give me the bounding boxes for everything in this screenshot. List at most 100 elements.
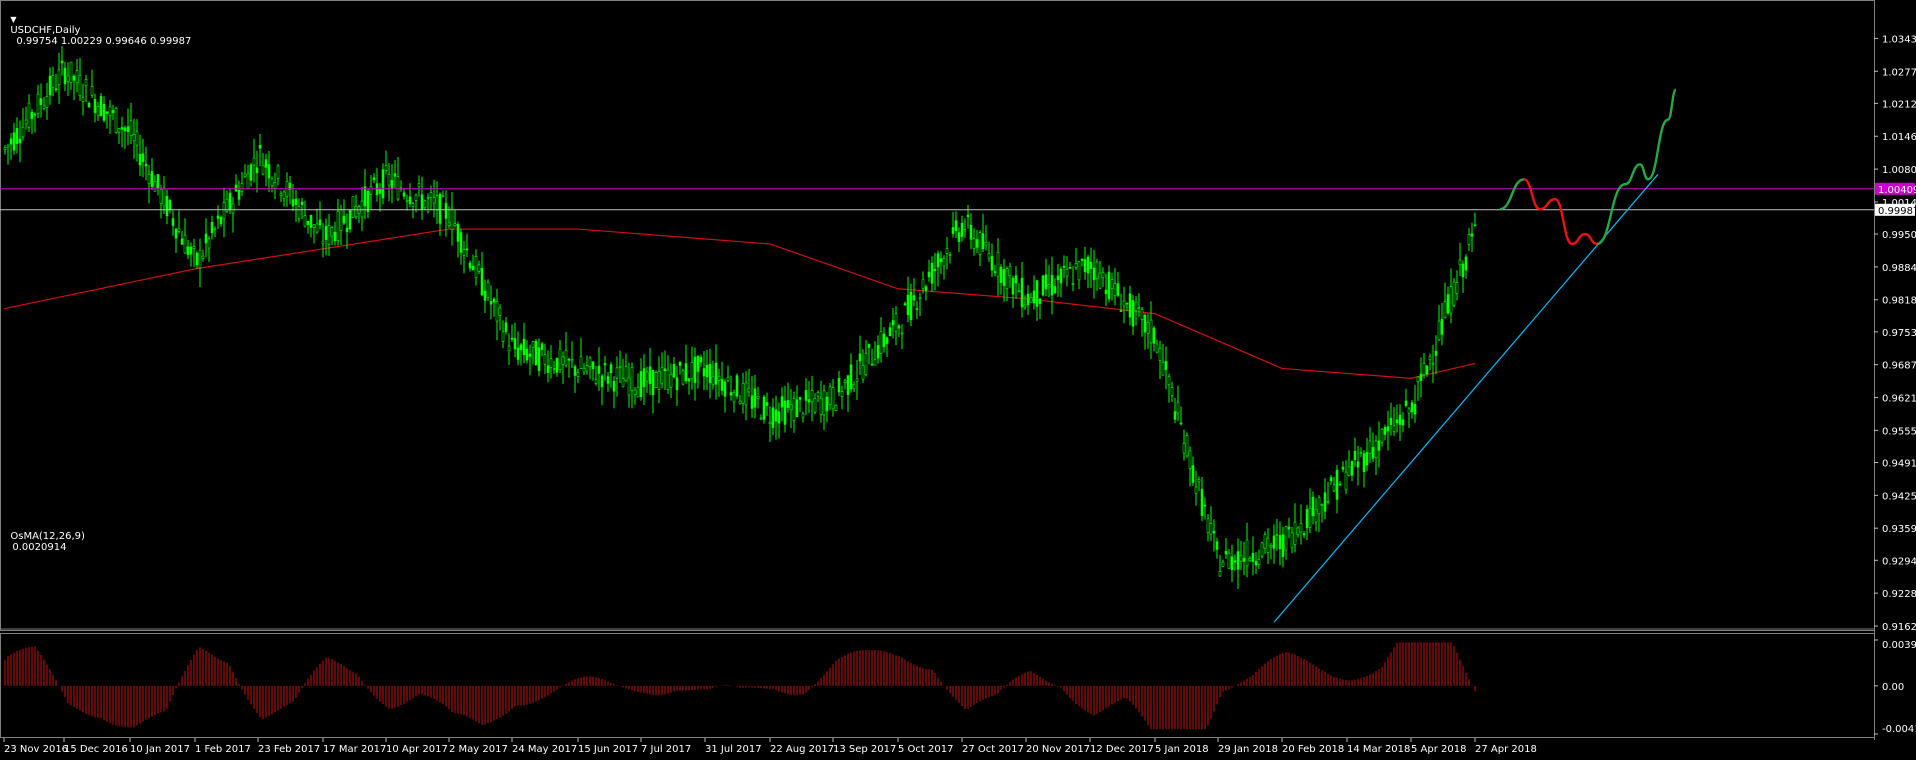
candle xyxy=(1149,301,1153,360)
candle xyxy=(702,351,706,391)
candle xyxy=(1356,445,1360,486)
candle xyxy=(615,356,619,397)
candle xyxy=(288,175,292,205)
candle xyxy=(426,193,430,214)
candle xyxy=(237,180,241,206)
candle xyxy=(858,335,862,375)
candle xyxy=(375,167,379,202)
osma-axis: 0.003963 0.00 -0.004163 xyxy=(1874,639,1916,735)
candle xyxy=(1359,447,1363,458)
candle xyxy=(1119,293,1123,312)
candle xyxy=(678,360,682,375)
candle xyxy=(369,175,373,210)
candle xyxy=(1173,397,1177,424)
candle xyxy=(1335,465,1339,514)
candle xyxy=(273,172,277,200)
candle xyxy=(291,184,295,212)
candle xyxy=(582,363,586,376)
price-tick-label: 0.98180 xyxy=(1882,296,1916,307)
candle xyxy=(144,146,148,181)
candle xyxy=(681,368,685,386)
candle xyxy=(1092,249,1096,299)
candle xyxy=(627,362,631,408)
candle xyxy=(645,366,649,393)
candle xyxy=(885,336,889,357)
candle xyxy=(378,183,382,212)
candle xyxy=(120,116,124,148)
candle xyxy=(1032,275,1036,310)
candle xyxy=(1434,335,1438,375)
candle xyxy=(15,117,19,154)
candle xyxy=(495,288,499,341)
projection-segment-green xyxy=(1499,178,1525,211)
time-axis[interactable]: 23 Nov 201615 Dec 2016 10 Jan 2017 1 Feb 2… xyxy=(3,738,1537,755)
candle xyxy=(129,102,133,145)
chart-canvas[interactable]: 1.004090.99987 1.034301.027701.021251.01… xyxy=(0,0,1916,760)
price-tick-label: 1.00805 xyxy=(1882,165,1916,176)
candle xyxy=(552,361,556,374)
price-axis[interactable]: 1.03430 1.02770 1.02125 1.01465 1.00805 1.001… xyxy=(1874,34,1916,633)
candle xyxy=(1404,388,1408,408)
candle xyxy=(699,354,703,367)
candle xyxy=(969,213,973,250)
candle xyxy=(210,215,214,240)
candle xyxy=(723,378,727,413)
candle xyxy=(324,218,328,256)
candle xyxy=(456,221,460,258)
candle xyxy=(396,157,400,202)
candle xyxy=(813,393,817,415)
candle xyxy=(1368,427,1372,463)
candle xyxy=(510,324,514,342)
candle xyxy=(180,231,184,245)
time-tick-label: 10 Apr 2017 xyxy=(386,744,448,755)
candle xyxy=(1191,456,1195,486)
candle xyxy=(261,153,265,176)
candle xyxy=(30,109,34,135)
candle xyxy=(1347,450,1351,477)
candle xyxy=(327,214,331,256)
candle xyxy=(306,220,310,234)
candle xyxy=(999,264,1003,295)
candle xyxy=(564,331,568,368)
candle xyxy=(1470,222,1474,253)
candle xyxy=(321,223,325,258)
candle xyxy=(147,164,151,204)
candle xyxy=(1050,256,1054,315)
candle xyxy=(600,373,604,406)
candle xyxy=(423,199,427,211)
candle xyxy=(888,322,892,337)
candle xyxy=(1197,476,1201,491)
candle xyxy=(1266,528,1270,565)
candle xyxy=(1047,265,1051,298)
candle xyxy=(1179,406,1183,426)
candle xyxy=(819,380,823,423)
candle xyxy=(690,346,694,390)
candle xyxy=(1140,306,1144,337)
candle xyxy=(141,138,145,178)
candle xyxy=(252,138,256,183)
candle xyxy=(435,181,439,225)
candle xyxy=(993,265,997,277)
candle xyxy=(957,227,961,252)
candle xyxy=(1290,526,1294,554)
candle xyxy=(1317,495,1321,532)
candle xyxy=(1104,273,1108,307)
candle xyxy=(339,204,343,246)
candle xyxy=(750,376,754,418)
candle xyxy=(438,192,442,237)
candle xyxy=(1464,254,1468,279)
candle xyxy=(651,369,655,414)
candle xyxy=(1326,481,1330,505)
time-tick-label: 23 Nov 2016 xyxy=(4,744,68,755)
candle xyxy=(621,358,625,388)
candle xyxy=(792,391,796,433)
candle xyxy=(507,333,511,365)
candle xyxy=(939,251,943,274)
candle xyxy=(1200,476,1204,522)
candle xyxy=(726,365,730,383)
candle xyxy=(201,249,205,262)
candle xyxy=(579,337,583,369)
candle xyxy=(264,153,268,187)
candle xyxy=(849,353,853,393)
candle xyxy=(951,211,955,238)
